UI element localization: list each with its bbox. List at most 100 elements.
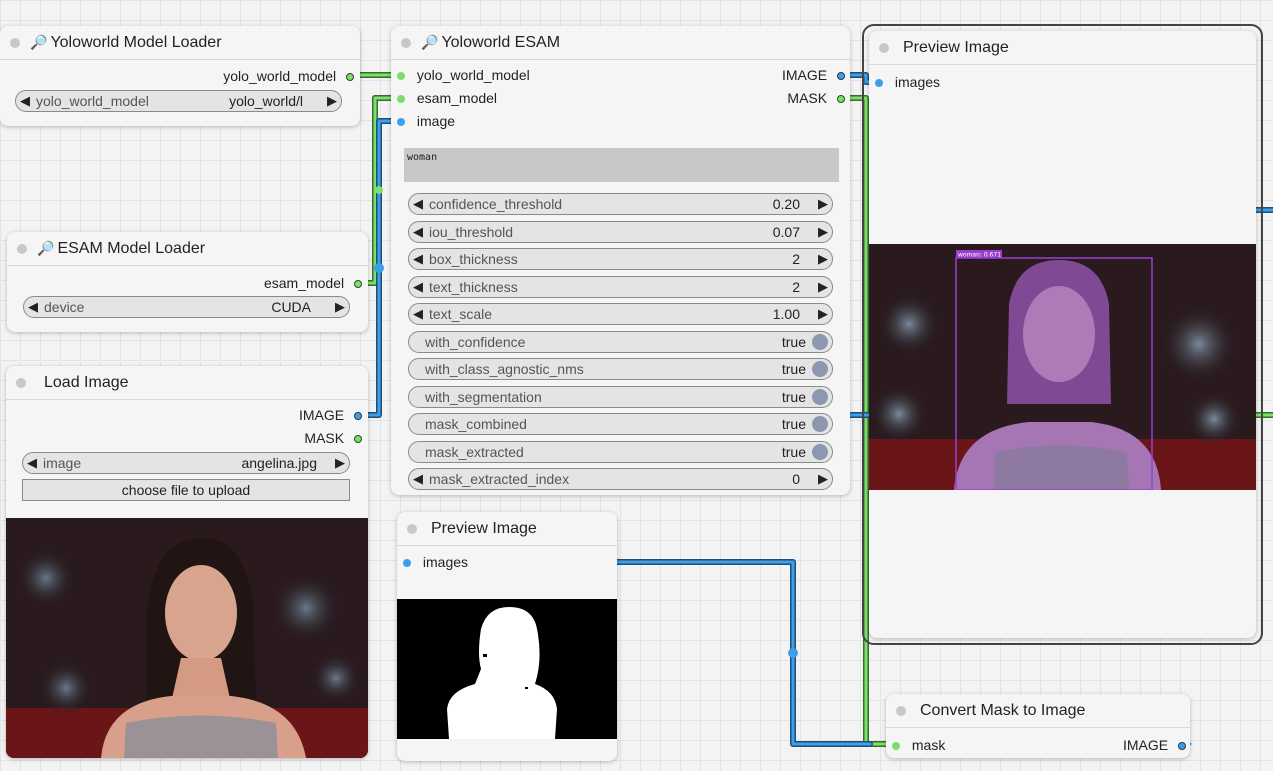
preview-image-node-small[interactable]: Preview Image images: [397, 512, 617, 761]
output-image[interactable]: IMAGE: [1123, 735, 1186, 755]
arrow-left-icon[interactable]: ◀: [409, 279, 427, 295]
output-image[interactable]: IMAGE: [782, 65, 845, 85]
arrow-left-icon[interactable]: ◀: [409, 224, 427, 240]
node-title[interactable]: Preview Image: [869, 31, 1256, 65]
toggle-knob-icon[interactable]: [812, 416, 828, 432]
preview-image-node-large[interactable]: Preview Image images woman: 0.671: [869, 31, 1256, 638]
output-label: MASK: [787, 90, 828, 106]
collapse-dot-icon[interactable]: [401, 37, 411, 48]
toggle-with-class-agnostic-nms[interactable]: with_class_agnostic_nms true: [408, 358, 833, 380]
output-image[interactable]: IMAGE: [299, 405, 362, 425]
node-title[interactable]: 🔎 ESAM Model Loader: [7, 232, 368, 266]
arrow-right-icon[interactable]: ▶: [331, 299, 349, 315]
slider-box-thickness[interactable]: ◀ box_thickness 2 ▶: [408, 248, 833, 270]
collapse-dot-icon[interactable]: [407, 523, 417, 534]
detection-label: woman: 0.671: [958, 252, 1001, 259]
node-title-text: Load Image: [44, 373, 129, 391]
input-image[interactable]: image: [397, 111, 455, 131]
arrow-left-icon[interactable]: ◀: [24, 299, 42, 315]
input-yolo-world-model[interactable]: yolo_world_model: [397, 65, 530, 85]
magnifier-icon: 🔎: [37, 240, 55, 256]
node-title-text: Preview Image: [903, 38, 1009, 56]
output-pin-icon[interactable]: [346, 73, 354, 82]
arrow-right-icon[interactable]: ▶: [814, 224, 832, 240]
yoloworld-esam-node[interactable]: 🔎 Yoloworld ESAM yolo_world_model esam_m…: [391, 26, 850, 495]
esam-model-loader-node[interactable]: 🔎 ESAM Model Loader esam_model ◀ device …: [7, 232, 368, 332]
input-pin-icon[interactable]: [397, 118, 405, 127]
output-pin-icon[interactable]: [354, 412, 362, 421]
collapse-dot-icon[interactable]: [879, 42, 889, 53]
load-image-node[interactable]: Load Image IMAGE MASK ◀ image angelina.j…: [6, 366, 368, 758]
widget-label: text_scale: [429, 306, 493, 322]
yolo-model-loader-node[interactable]: 🔎 Yoloworld Model Loader yolo_world_mode…: [0, 26, 360, 126]
slider-text-scale[interactable]: ◀ text_scale 1.00 ▶: [408, 303, 833, 325]
toggle-mask-combined[interactable]: mask_combined true: [408, 413, 833, 435]
arrow-left-icon[interactable]: ◀: [23, 455, 41, 471]
arrow-right-icon[interactable]: ▶: [814, 196, 832, 212]
slider-confidence-threshold[interactable]: ◀ confidence_threshold 0.20 ▶: [408, 193, 833, 215]
output-esam-model[interactable]: esam_model: [264, 273, 362, 293]
image-combo[interactable]: ◀ image angelina.jpg ▶: [22, 452, 350, 474]
arrow-right-icon[interactable]: ▶: [323, 93, 341, 109]
toggle-knob-icon[interactable]: [812, 361, 828, 377]
convert-mask-node[interactable]: Convert Mask to Image mask IMAGE: [886, 694, 1190, 758]
input-mask[interactable]: mask: [892, 735, 945, 755]
output-pin-icon[interactable]: [1178, 742, 1186, 751]
arrow-right-icon[interactable]: ▶: [814, 306, 832, 322]
toggle-mask-extracted[interactable]: mask_extracted true: [408, 441, 833, 463]
collapse-dot-icon[interactable]: [17, 243, 27, 254]
annotated-image-preview: woman: 0.671: [869, 244, 1256, 490]
arrow-right-icon[interactable]: ▶: [331, 455, 349, 471]
source-image-preview: [6, 518, 368, 758]
slider-text-thickness[interactable]: ◀ text_thickness 2 ▶: [408, 276, 833, 298]
slider-iou-threshold[interactable]: ◀ iou_threshold 0.07 ▶: [408, 221, 833, 243]
collapse-dot-icon[interactable]: [10, 37, 20, 48]
toggle-with-confidence[interactable]: with_confidence true: [408, 331, 833, 353]
collapse-dot-icon[interactable]: [16, 377, 26, 388]
node-title[interactable]: Load Image: [6, 366, 368, 400]
toggle-knob-icon[interactable]: [812, 334, 828, 350]
input-label: yolo_world_model: [416, 67, 530, 83]
node-title[interactable]: 🔎 Yoloworld Model Loader: [0, 26, 360, 60]
arrow-left-icon[interactable]: ◀: [409, 471, 427, 487]
arrow-right-icon[interactable]: ▶: [814, 251, 832, 267]
collapse-dot-icon[interactable]: [896, 705, 906, 716]
output-pin-icon[interactable]: [354, 435, 362, 444]
node-title-text: Yoloworld ESAM: [441, 33, 561, 51]
widget-label: mask_extracted_index: [429, 471, 570, 487]
arrow-right-icon[interactable]: ▶: [814, 471, 832, 487]
widget-value: true: [781, 444, 806, 460]
node-title[interactable]: Convert Mask to Image: [886, 694, 1190, 728]
output-mask[interactable]: MASK: [787, 88, 845, 108]
arrow-left-icon[interactable]: ◀: [409, 306, 427, 322]
toggle-with-segmentation[interactable]: with_segmentation true: [408, 386, 833, 408]
input-pin-icon[interactable]: [892, 742, 900, 751]
output-mask[interactable]: MASK: [304, 428, 362, 448]
input-pin-icon[interactable]: [397, 72, 405, 81]
node-title-text: Convert Mask to Image: [920, 701, 1086, 719]
toggle-knob-icon[interactable]: [812, 444, 828, 460]
arrow-left-icon[interactable]: ◀: [409, 251, 427, 267]
input-pin-icon[interactable]: [403, 559, 411, 568]
input-esam-model[interactable]: esam_model: [397, 88, 497, 108]
node-title[interactable]: 🔎 Yoloworld ESAM: [391, 26, 850, 60]
device-combo[interactable]: ◀ device CUDA ▶: [23, 296, 350, 318]
output-pin-icon[interactable]: [837, 72, 845, 81]
output-pin-icon[interactable]: [837, 95, 845, 104]
input-images[interactable]: images: [403, 552, 468, 572]
prompt-textarea[interactable]: woman: [404, 148, 839, 182]
input-pin-icon[interactable]: [875, 79, 883, 88]
input-images[interactable]: images: [875, 72, 940, 92]
input-pin-icon[interactable]: [397, 95, 405, 104]
output-pin-icon[interactable]: [354, 280, 362, 289]
output-yolo-world-model[interactable]: yolo_world_model: [223, 66, 354, 86]
node-title[interactable]: Preview Image: [397, 512, 617, 546]
arrow-left-icon[interactable]: ◀: [409, 196, 427, 212]
arrow-right-icon[interactable]: ▶: [814, 279, 832, 295]
choose-file-button[interactable]: choose file to upload: [22, 479, 350, 501]
slider-mask-extracted-index[interactable]: ◀ mask_extracted_index 0 ▶: [408, 468, 833, 490]
arrow-left-icon[interactable]: ◀: [16, 93, 34, 109]
yolo-model-combo[interactable]: ◀ yolo_world_model yolo_world/l ▶: [15, 90, 342, 112]
toggle-knob-icon[interactable]: [812, 389, 828, 405]
widget-value: 1.00: [772, 306, 800, 322]
